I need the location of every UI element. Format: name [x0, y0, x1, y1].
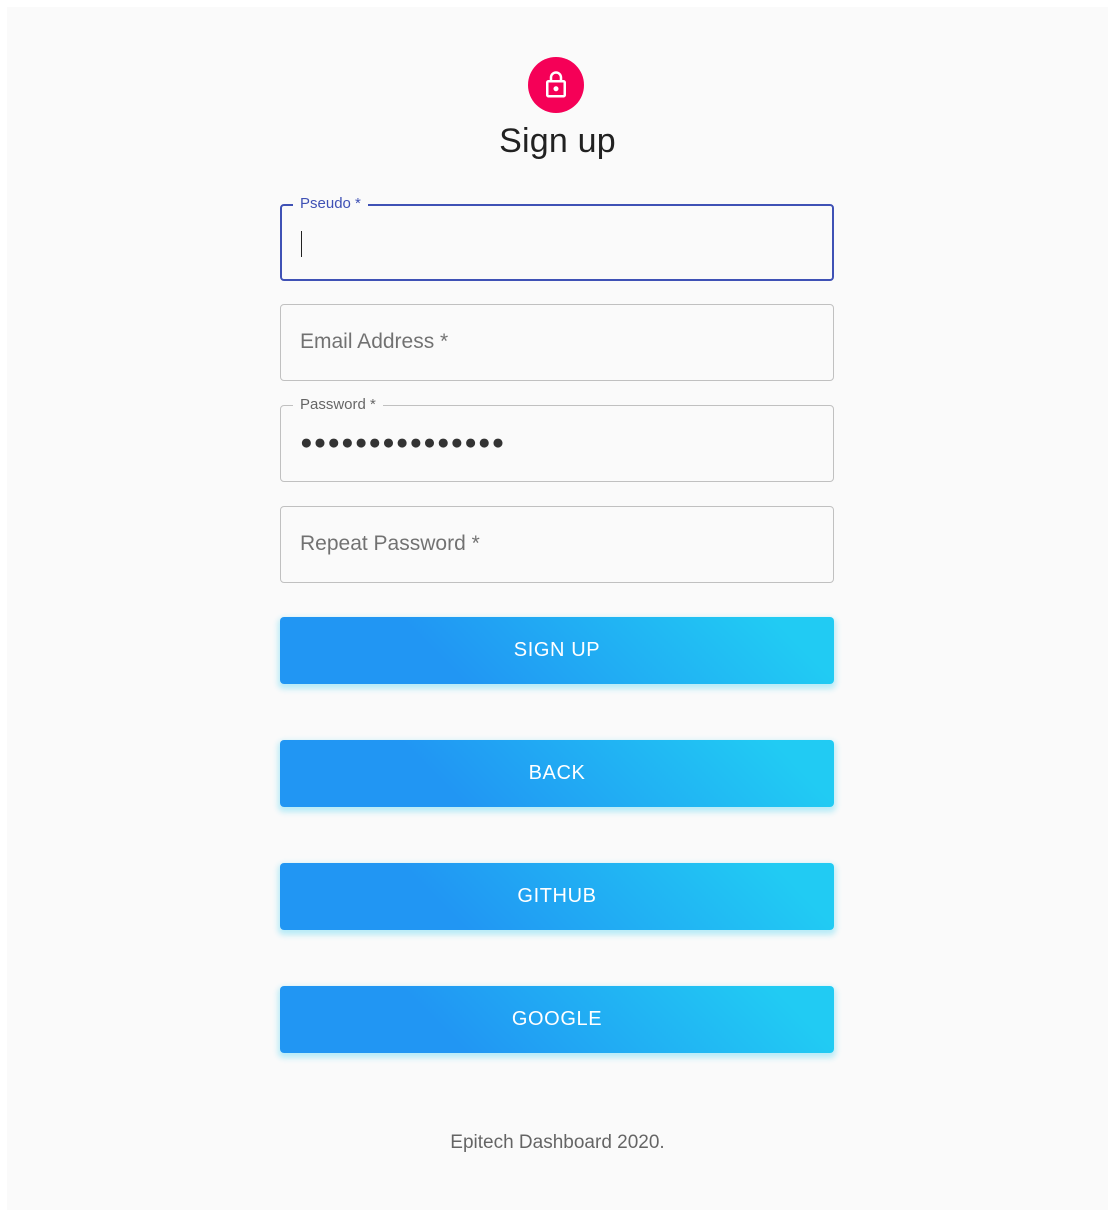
avatar — [528, 57, 584, 113]
sign-up-button[interactable]: SIGN UP — [280, 617, 834, 684]
footer-text: Epitech Dashboard 2020. — [450, 1132, 665, 1153]
lock-icon — [546, 71, 566, 98]
email-input[interactable] — [300, 325, 810, 359]
back-button[interactable]: BACK — [280, 740, 834, 807]
password-label: Password * — [293, 396, 383, 414]
password-input[interactable] — [300, 426, 810, 460]
pseudo-input[interactable] — [301, 226, 811, 260]
email-field[interactable]: Email Address * — [280, 304, 834, 381]
text-caret — [301, 231, 302, 257]
signup-page: Sign up Pseudo * Email Address * Passwor… — [7, 7, 1108, 1210]
github-button[interactable]: GITHUB — [280, 863, 834, 930]
repeat-password-field[interactable]: Repeat Password * — [280, 506, 834, 583]
google-button[interactable]: GOOGLE — [280, 986, 834, 1053]
password-field[interactable]: Password * — [280, 396, 834, 482]
pseudo-label: Pseudo * — [293, 195, 368, 213]
repeat-password-input[interactable] — [300, 527, 810, 561]
page-title: Sign up — [499, 122, 616, 160]
pseudo-field[interactable]: Pseudo * — [280, 195, 834, 281]
